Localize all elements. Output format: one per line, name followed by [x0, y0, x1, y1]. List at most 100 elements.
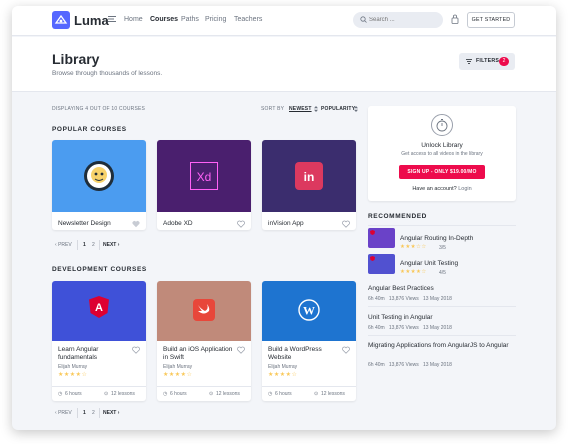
pager-page-2[interactable]: 2: [92, 242, 95, 248]
swift-icon: [193, 299, 215, 321]
course-meta: ◷ 6 hours ⊙ 12 lessons: [262, 386, 356, 401]
page-subtitle: Browse through thousands of lessons.: [52, 70, 163, 77]
recommended-thumbnail[interactable]: [368, 228, 395, 248]
top-navbar: Luma Home Courses Paths Pricing Teachers…: [12, 6, 556, 36]
course-lessons: 12 lessons: [216, 391, 240, 397]
menu-icon[interactable]: [108, 16, 116, 22]
pager-next[interactable]: NEXT ›: [103, 410, 119, 416]
course-title[interactable]: Learn Angular fundamentals: [58, 346, 128, 362]
play-icon: ⊙: [209, 391, 214, 397]
brand-name[interactable]: Luma: [74, 13, 109, 28]
unlock-library-card: Unlock Library Get access to all videos …: [368, 106, 516, 201]
pager-page-1[interactable]: 1: [83, 410, 86, 416]
get-started-button[interactable]: GET STARTED: [467, 12, 515, 28]
course-card[interactable]: in inVision App: [262, 140, 356, 230]
search-input[interactable]: [369, 14, 439, 26]
sort-arrows-icon[interactable]: [354, 106, 358, 112]
sort-newest-option[interactable]: NEWEST: [289, 106, 312, 112]
course-meta: ◷ 6 hours ⊙ 12 lessons: [52, 386, 146, 401]
course-title[interactable]: inVision App: [268, 220, 304, 228]
course-lessons: 12 lessons: [321, 391, 345, 397]
clock-icon: ◷: [163, 391, 168, 397]
results-count: DISPLAYING 4 OUT OF 10 COURSES: [52, 106, 146, 112]
course-thumbnail[interactable]: [52, 140, 146, 212]
course-author[interactable]: Elijah Murray: [58, 364, 87, 370]
course-author[interactable]: Elijah Murray: [268, 364, 297, 370]
course-hours: 6 hours: [65, 391, 82, 397]
heart-icon[interactable]: [132, 346, 140, 354]
lock-icon[interactable]: [451, 14, 459, 24]
pager-page-1[interactable]: 1: [83, 242, 86, 248]
course-card[interactable]: A Learn Angular fundamentals Elijah Murr…: [52, 281, 146, 401]
signup-button[interactable]: SIGN UP - ONLY $19.00/MO: [399, 165, 485, 179]
course-hours: 6 hours: [275, 391, 292, 397]
recommended-title[interactable]: Angular Unit Testing: [400, 260, 458, 267]
development-courses-heading: DEVELOPMENT COURSES: [52, 266, 147, 273]
play-icon: ⊙: [104, 391, 109, 397]
pager-page-2[interactable]: 2: [92, 410, 95, 416]
svg-text:A: A: [95, 302, 103, 314]
nav-teachers[interactable]: Teachers: [234, 16, 262, 23]
recommended-heading: RECOMMENDED: [368, 213, 427, 220]
angular-icon: A: [89, 296, 109, 318]
search-box[interactable]: [353, 12, 443, 28]
lesson-title[interactable]: Unit Testing in Angular: [368, 314, 516, 322]
filters-label: FILTERS: [476, 58, 500, 64]
popular-courses-heading: POPULAR COURSES: [52, 126, 127, 133]
recommended-thumbnail[interactable]: [368, 254, 395, 274]
course-title[interactable]: Newsletter Design: [58, 220, 111, 228]
recommended-rating: ★★★★☆: [400, 269, 427, 275]
sort-popularity-option[interactable]: POPULARITY: [321, 106, 355, 112]
course-title[interactable]: Build a WordPress Website: [268, 346, 338, 362]
course-thumbnail[interactable]: [157, 281, 251, 341]
course-title[interactable]: Adobe XD: [163, 220, 193, 228]
course-card[interactable]: Build an iOS Application in Swift Elijah…: [157, 281, 251, 401]
course-thumbnail[interactable]: W: [262, 281, 356, 341]
course-thumbnail[interactable]: Xd: [157, 140, 251, 212]
nav-home[interactable]: Home: [124, 16, 143, 23]
nav-paths[interactable]: Paths: [181, 16, 199, 23]
nav-pricing[interactable]: Pricing: [205, 16, 226, 23]
course-card[interactable]: W Build a WordPress Website Elijah Murra…: [262, 281, 356, 401]
lesson-meta: 6h 40m 13,876 Views 13 May 2018: [368, 296, 452, 302]
divider: [368, 225, 516, 226]
course-card[interactable]: Xd Adobe XD: [157, 140, 251, 230]
angular-icon: [370, 256, 375, 261]
adobe-xd-icon: Xd: [190, 162, 218, 190]
play-icon: ⊙: [314, 391, 319, 397]
course-author[interactable]: Elijah Murray: [163, 364, 192, 370]
mailchimp-icon: [84, 161, 114, 191]
course-thumbnail[interactable]: in: [262, 140, 356, 212]
lesson-title[interactable]: Migrating Applications from AngularJS to…: [368, 342, 516, 350]
timer-icon: [431, 114, 453, 136]
heart-icon[interactable]: [237, 220, 245, 228]
sort-by-label: SORT BY: [261, 106, 285, 112]
course-hours: 6 hours: [170, 391, 187, 397]
page-header: Library Browse through thousands of less…: [12, 37, 556, 92]
pager-prev[interactable]: ‹ PREV: [55, 242, 72, 248]
angular-icon: [370, 230, 375, 235]
svg-text:Xd: Xd: [197, 170, 212, 184]
heart-icon[interactable]: [132, 220, 140, 228]
lesson-meta: 6h 40m 13,876 Views 13 May 2018: [368, 325, 452, 331]
nav-courses[interactable]: Courses: [150, 16, 178, 23]
recommended-title[interactable]: Angular Routing In-Depth: [400, 235, 473, 242]
course-lessons: 12 lessons: [111, 391, 135, 397]
course-meta: ◷ 6 hours ⊙ 12 lessons: [157, 386, 251, 401]
pager-next[interactable]: NEXT ›: [103, 242, 119, 248]
sort-arrows-icon[interactable]: [314, 106, 318, 112]
clock-icon: ◷: [58, 391, 63, 397]
login-link[interactable]: Login: [458, 186, 471, 192]
page-title: Library: [52, 51, 100, 67]
luma-logo-icon[interactable]: [52, 11, 70, 29]
svg-text:in: in: [304, 170, 315, 184]
lesson-title[interactable]: Angular Best Practices: [368, 285, 516, 293]
filters-button[interactable]: FILTERS 2: [459, 53, 515, 70]
course-card[interactable]: Newsletter Design: [52, 140, 146, 230]
course-thumbnail[interactable]: A: [52, 281, 146, 341]
heart-icon[interactable]: [342, 220, 350, 228]
heart-icon[interactable]: [342, 346, 350, 354]
course-title[interactable]: Build an iOS Application in Swift: [163, 346, 233, 362]
heart-icon[interactable]: [237, 346, 245, 354]
pager-prev[interactable]: ‹ PREV: [55, 410, 72, 416]
